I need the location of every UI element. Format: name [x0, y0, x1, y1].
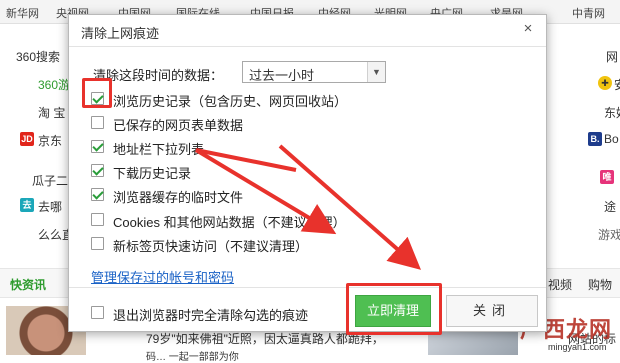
dropdown-arrow-icon[interactable]: ▼ [367, 62, 385, 82]
site-link-jd[interactable]: 京东 [38, 132, 62, 149]
site-link-qunar[interactable]: 去哪 [38, 198, 62, 215]
highlight-box [346, 283, 442, 335]
option-label: 浏览历史记录（包含历史、网页回收站） [113, 94, 348, 109]
watermark-url: mingyan1.com [548, 342, 607, 352]
site-link-booking[interactable]: Bo [604, 132, 619, 146]
site-link-360search[interactable]: 360搜索 [16, 48, 60, 65]
nav-link[interactable]: 新华网 [6, 5, 39, 21]
checkbox[interactable] [91, 213, 104, 226]
checkbox[interactable] [91, 237, 104, 250]
jd-icon: JD [20, 132, 34, 146]
site-link-taobao[interactable]: 淘 宝 [38, 104, 65, 121]
manage-passwords-link[interactable]: 管理保存过的帐号和密码 [91, 267, 234, 286]
close-button[interactable]: 关闭 [446, 295, 538, 327]
option-label: 已保存的网页表单数据 [113, 118, 244, 133]
site-link-guazi[interactable]: 瓜子二 [32, 172, 68, 189]
checkbox[interactable] [91, 306, 104, 319]
option-label: Cookies 和其他网站数据（不建议清理） [113, 215, 346, 230]
time-range-label: 清除这段时间的数据： [93, 68, 224, 83]
title-divider [69, 46, 546, 47]
dialog-title: 清除上网痕迹 [81, 26, 160, 41]
option-label: 下载历史记录 [113, 166, 192, 181]
tab-news[interactable]: 快资讯 [10, 276, 46, 293]
checkbox[interactable] [91, 140, 104, 153]
highlight-box [82, 78, 112, 108]
checkbox[interactable] [91, 164, 104, 177]
news-subline: 码… 一起一部部为你 [146, 352, 239, 363]
site-link-right[interactable]: 东好 [604, 104, 620, 121]
tab-video[interactable]: 视频 [548, 276, 572, 293]
tab-shopping[interactable]: 购物 [588, 276, 612, 293]
option-label: 地址栏下拉列表 [113, 142, 205, 157]
vip-icon: 唯 [600, 170, 614, 184]
time-range-select[interactable]: 过去一小时 ▼ [242, 61, 386, 83]
clear-history-dialog: 清除上网痕迹 × 清除这段时间的数据： 过去一小时 ▼ 浏览历史记录（包含历史、… [68, 14, 547, 332]
site-link-right[interactable]: 安 [614, 76, 620, 93]
time-range-value: 过去一小时 [249, 68, 315, 83]
site-link-right[interactable]: 途 [604, 198, 616, 215]
site-link-360game[interactable]: 360游 [38, 76, 70, 93]
site-link-right[interactable]: 游戏 [598, 226, 620, 243]
close-icon[interactable]: × [520, 21, 536, 37]
checkbox[interactable] [91, 188, 104, 201]
checkbox[interactable] [91, 116, 104, 129]
site-link-right[interactable]: 网 [606, 48, 618, 65]
360-safe-icon: ✚ [598, 76, 612, 90]
option-label: 新标签页快速访问（不建议清理） [113, 239, 309, 254]
qunar-icon: 去 [20, 198, 34, 212]
footer-divider [69, 287, 546, 288]
option-label: 浏览器缓存的临时文件 [113, 190, 244, 205]
booking-icon: B. [588, 132, 602, 146]
option-label: 退出浏览器时完全清除勾选的痕迹 [113, 308, 309, 323]
nav-link[interactable]: 中青网 [572, 5, 605, 21]
